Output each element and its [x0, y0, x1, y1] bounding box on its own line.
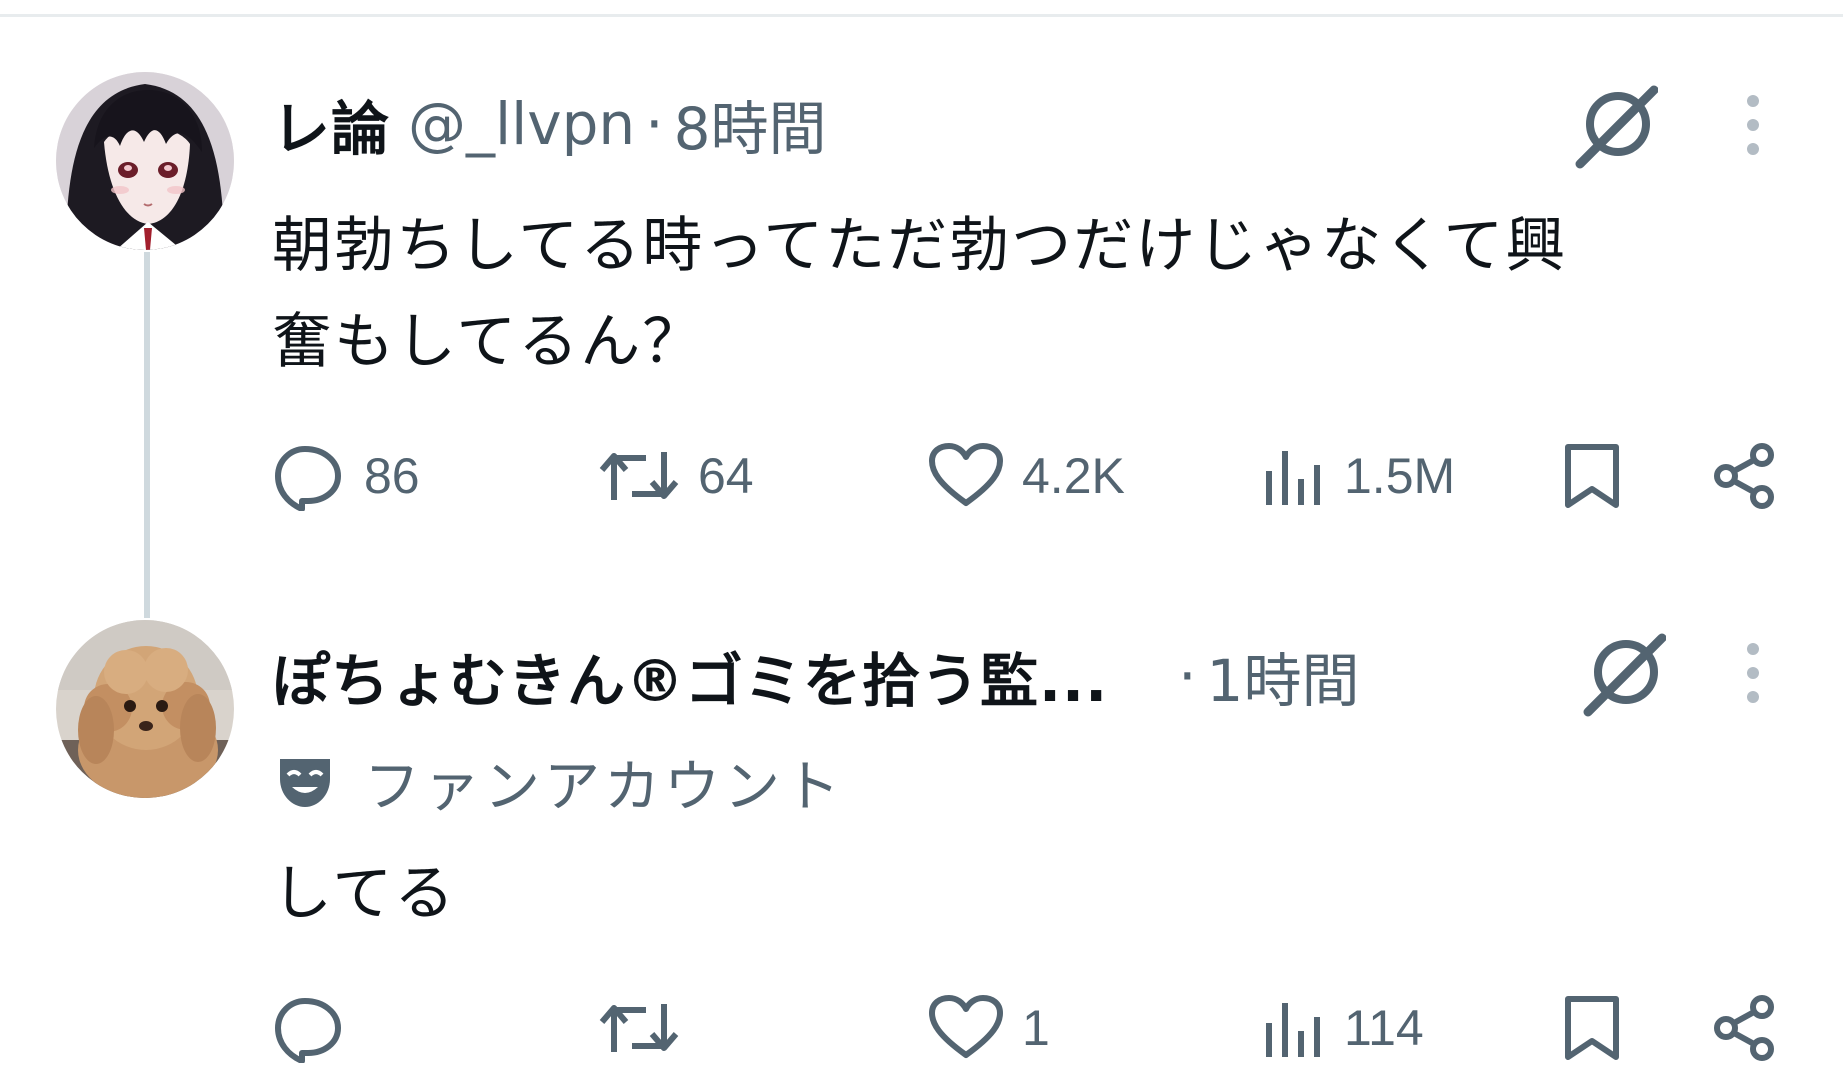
tweet-header: レ論 @_llvpn · 8時間 — [272, 84, 827, 164]
like-button[interactable]: 4.2K — [928, 436, 1125, 516]
share-icon — [1714, 995, 1774, 1061]
like-button[interactable]: 1 — [928, 988, 1050, 1068]
analytics-bar-icon — [1266, 1003, 1320, 1057]
user-handle[interactable]: @_llvpn — [408, 90, 635, 158]
share-button[interactable] — [1710, 988, 1778, 1068]
avatar[interactable] — [56, 620, 234, 798]
tweet-text-line: してる — [272, 859, 457, 929]
tweet-header: ぽちょむきん®ゴミを拾う監... · 1時間 — [272, 636, 1359, 716]
bookmark-button[interactable] — [1562, 988, 1622, 1068]
like-count: 1 — [1022, 1000, 1050, 1056]
views-button[interactable]: 114 — [1262, 988, 1424, 1068]
tweet-text-line: 朝勃ちしてる時ってただ勃つだけじゃなくて興 — [272, 211, 1568, 281]
timestamp[interactable]: 8時間 — [674, 82, 827, 166]
reply-button[interactable]: 86 — [272, 436, 420, 516]
separator-dot: · — [1178, 642, 1197, 710]
like-count: 4.2K — [1022, 448, 1125, 504]
heart-icon — [929, 443, 1003, 506]
fan-account-badge: ファンアカウント — [276, 744, 844, 820]
reply-button[interactable] — [272, 988, 364, 1068]
avatar[interactable] — [56, 72, 234, 250]
fan-account-label: ファンアカウント — [364, 754, 844, 820]
share-icon — [1714, 443, 1774, 509]
top-divider — [0, 14, 1843, 17]
reply-icon — [275, 998, 341, 1063]
repost-button[interactable] — [598, 988, 698, 1068]
grok-icon[interactable] — [1572, 84, 1658, 170]
bookmark-button[interactable] — [1562, 436, 1622, 516]
tweet-text: してる — [272, 846, 1792, 942]
reply-icon — [275, 446, 341, 511]
tweet-text-line: 奮もしてるん？ — [272, 307, 705, 377]
poodle-dog-avatar — [56, 620, 234, 798]
more-options-icon[interactable] — [1733, 90, 1773, 160]
grok-icon[interactable] — [1580, 632, 1666, 718]
timestamp[interactable]: 1時間 — [1207, 634, 1360, 718]
display-name[interactable]: レ論 — [272, 82, 390, 166]
display-name[interactable]: ぽちょむきん®ゴミを拾う監... — [272, 634, 1108, 718]
views-count: 114 — [1344, 1000, 1424, 1056]
repost-button[interactable]: 64 — [598, 436, 754, 516]
anime-girl-avatar — [56, 72, 234, 250]
views-button[interactable]: 1.5M — [1262, 436, 1455, 516]
bookmark-icon — [1565, 996, 1619, 1060]
share-button[interactable] — [1710, 436, 1778, 516]
bookmark-icon — [1565, 444, 1619, 508]
repost-icon — [599, 1004, 679, 1052]
views-count: 1.5M — [1344, 448, 1456, 504]
repost-icon — [599, 452, 679, 500]
analytics-bar-icon — [1266, 451, 1320, 505]
reply-count: 86 — [364, 448, 420, 504]
more-options-icon[interactable] — [1733, 638, 1773, 708]
thread-connector-line — [144, 252, 150, 618]
repost-count: 64 — [698, 448, 754, 504]
heart-icon — [929, 995, 1003, 1058]
tweet-text: 朝勃ちしてる時ってただ勃つだけじゃなくて興 奮もしてるん？ — [272, 198, 1792, 390]
mask-icon — [280, 759, 330, 807]
separator-dot: · — [645, 90, 664, 158]
